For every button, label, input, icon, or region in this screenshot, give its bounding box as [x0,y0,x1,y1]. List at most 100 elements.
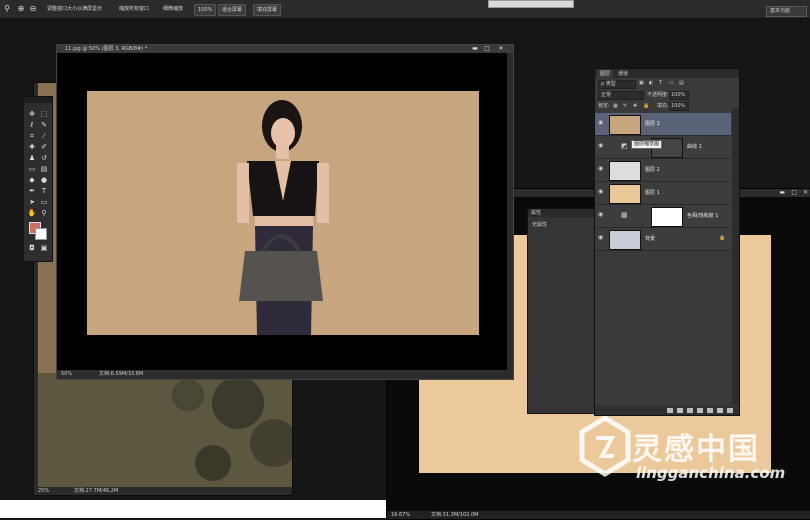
blend-mode-select[interactable]: 正常 [598,91,644,100]
visibility-eye-icon[interactable]: ◉ [598,212,604,218]
new-group-icon[interactable] [707,408,713,413]
layer-thumbnail[interactable] [609,230,641,250]
hue-saturation-icon: ▦ [621,211,628,219]
document-title[interactable]: 11.jpg @ 50% (图层 3, RGB/8#) * [65,45,147,53]
lock-transparent-icon[interactable]: ▦ [613,103,618,110]
visibility-eye-icon[interactable]: ◉ [598,120,604,126]
history-brush-tool-icon[interactable]: ↺ [39,153,49,163]
fit-screen-button[interactable]: 适合屏幕 [218,4,247,16]
layers-footer [595,406,739,415]
lock-all-icon[interactable]: 🔒 [643,103,649,110]
gradient-tool-icon[interactable]: ▤ [39,164,49,174]
zoom-100-button[interactable]: 100% [194,4,217,16]
shape-tool-icon[interactable]: ▭ [39,197,49,207]
layer-name[interactable]: 图层 1 [645,189,660,197]
title-bar-main: 11.jpg @ 50% (图层 3, RGB/8#) * ▬ □ ✕ [57,45,513,53]
fill-value: 100% [671,103,686,109]
zoom-out-icon[interactable]: ⊖ [28,4,38,14]
zoom-tool-icon[interactable]: ⚲ [2,4,12,14]
pen-tool-icon[interactable]: ✒ [27,186,37,196]
stamp-tool-icon[interactable]: ♟ [27,153,37,163]
quick-mask-icon[interactable]: ◘ [27,243,37,253]
layer-row-background[interactable]: ◉ 背景 🔒 [595,228,731,251]
lock-position-icon[interactable]: ✥ [633,103,637,110]
crop-tool-icon[interactable]: ⌗ [27,131,37,141]
blur-tool-icon[interactable]: ◆ [27,175,37,185]
eraser-tool-icon[interactable]: ▭ [27,164,37,174]
layer-name[interactable]: 背景 [645,235,655,243]
layer-row-hue-sat1[interactable]: ◉ ▦ 色相/饱和度 1 [595,205,731,228]
delete-layer-icon[interactable] [727,408,733,413]
add-style-icon[interactable] [677,408,683,413]
brush-tool-icon[interactable]: ✐ [39,142,49,152]
lock-image-icon[interactable]: ✎ [623,103,627,110]
filter-pixel-icon[interactable]: ▣ [639,80,644,87]
layer-thumbnail[interactable] [609,115,641,135]
opacity-input[interactable]: 100% [669,91,689,100]
options-bar: ⚲ ⊕ ⊖ 调整窗口大小以满屏显示 缩放所有窗口 细微缩放 100% 适合屏幕 … [0,0,810,19]
new-adjustment-icon[interactable] [697,408,703,413]
filter-adjust-icon[interactable]: ◐ [649,80,653,87]
fill-screen-button[interactable]: 填充屏幕 [253,4,282,16]
properties-tab[interactable]: 属性 [528,209,600,217]
zoom-all-windows-checkbox[interactable]: 缩放所有窗口 [116,4,152,14]
visibility-eye-icon[interactable]: ◉ [598,166,604,172]
lock-label: 锁定: [598,103,610,109]
close-icon[interactable]: ✕ [803,189,808,197]
layer-name[interactable]: 图层 3 [645,120,660,128]
tools-panel-header[interactable] [24,97,52,103]
layer-thumbnail[interactable] [609,184,641,204]
layer-mask-thumbnail[interactable] [651,207,683,227]
filter-type-icon[interactable]: T [659,80,662,87]
layer-thumbnail[interactable] [609,161,641,181]
minimize-icon[interactable]: ▬ [779,189,785,197]
layer-name[interactable]: 色相/饱和度 1 [687,212,718,220]
layer-row-layer2[interactable]: ◉ 图层 2 [595,159,731,182]
visibility-eye-icon[interactable]: ◉ [598,235,604,241]
minimize-icon[interactable]: ▬ [471,46,479,52]
marquee-tool-icon[interactable]: ⬚ [39,109,49,119]
add-mask-icon[interactable] [687,408,693,413]
healing-tool-icon[interactable]: ✚ [27,142,37,152]
screen-mode-icon[interactable]: ▣ [39,243,49,253]
maximize-icon[interactable]: □ [791,189,797,197]
layer-name[interactable]: 曲线 1 [687,143,702,151]
scrubby-zoom-checkbox[interactable]: 细微缩放 [160,4,186,14]
zoom-tool-icon[interactable]: ⚲ [39,208,49,218]
dodge-tool-icon[interactable]: ● [39,175,49,185]
visibility-eye-icon[interactable]: ◉ [598,189,604,195]
move-tool-icon[interactable]: ✥ [27,109,37,119]
eyedropper-tool-icon[interactable]: ⁄ [39,131,49,141]
watermark-url: lingganchina.com [636,464,786,482]
fill-input[interactable]: 100% [669,102,689,111]
visibility-eye-icon[interactable]: ◉ [598,143,604,149]
filter-smart-icon[interactable]: ▤ [679,80,684,87]
layer-name[interactable]: 图层 2 [645,166,660,174]
tab-channels[interactable]: 通道 [615,70,631,78]
window-controls[interactable] [488,0,574,8]
tab-layers[interactable]: 图层 [597,70,614,78]
document-window-main[interactable]: 11.jpg @ 50% (图层 3, RGB/8#) * ▬ □ ✕ 50% … [56,44,514,380]
layer-kind-filter[interactable]: ρ 类型 [598,80,636,89]
opacity-label: 不透明度: [647,92,669,98]
quick-select-tool-icon[interactable]: ✎ [39,120,49,130]
hand-tool-icon[interactable]: ✋ [27,208,37,218]
layer-row-layer1[interactable]: ◉ 图层 1 [595,182,731,205]
vertical-scrollbar[interactable] [507,53,513,370]
layers-scrollbar[interactable] [732,109,739,405]
filter-shape-icon[interactable]: ▭ [669,80,674,87]
close-icon[interactable]: ✕ [497,46,505,52]
workspace-select[interactable]: 基本功能 [766,6,807,17]
path-select-tool-icon[interactable]: ➤ [27,197,37,207]
type-tool-icon[interactable]: T [39,186,49,196]
zoom-in-icon[interactable]: ⊕ [16,4,26,14]
resize-windows-checkbox[interactable]: 调整窗口大小以满屏显示 [44,4,105,14]
zoom-readout: 25% [38,488,50,494]
layer-row-layer3[interactable]: ◉ 图层 3 [595,113,731,136]
maximize-icon[interactable]: □ [483,46,491,52]
background-color-swatch[interactable] [35,228,47,240]
layer-row-curves1[interactable]: ◉ ◩ 曲线 1 [595,136,731,159]
link-layers-icon[interactable] [667,408,673,413]
new-layer-icon[interactable] [717,408,723,413]
lasso-tool-icon[interactable]: ℓ [27,120,37,130]
